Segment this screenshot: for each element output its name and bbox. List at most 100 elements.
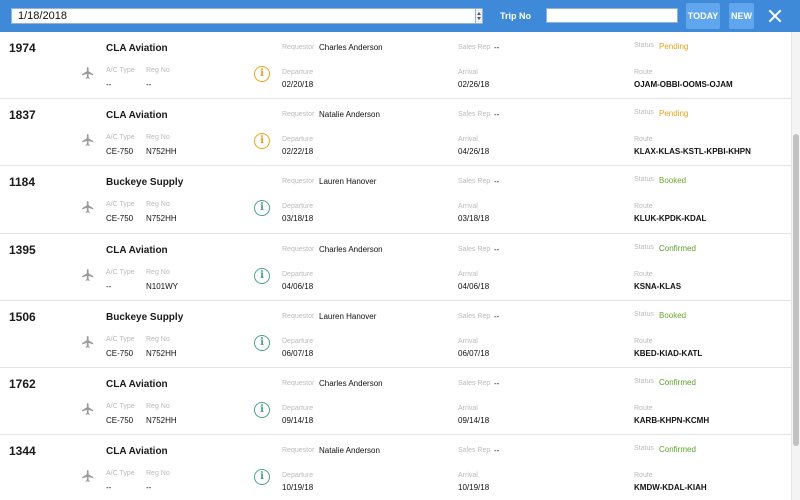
sales-rep-label: Sales Rep: [458, 44, 491, 51]
status-badge: Confirmed: [659, 445, 696, 455]
client-name: Buckeye Supply: [106, 177, 184, 189]
requestor-value: Lauren Hanover: [319, 177, 377, 187]
departure-value: 04/06/18: [282, 281, 314, 291]
arrival-value: 03/18/18: [458, 214, 490, 224]
reg-no-value: N752HH: [146, 147, 177, 157]
airplane-icon: [82, 403, 94, 415]
trip-number: 1506: [9, 309, 36, 324]
client-name: Buckeye Supply: [106, 311, 184, 323]
arrival-label: Arrival: [458, 136, 478, 144]
departure-value: 10/19/18: [282, 483, 314, 493]
info-icon[interactable]: i: [254, 133, 270, 150]
trip-row[interactable]: 1395 CLA Aviation Requestor Charles Ande…: [0, 234, 791, 301]
scrollbar-thumb[interactable]: [793, 134, 799, 446]
ac-type-value: CE-750: [106, 348, 134, 358]
trip-row[interactable]: 1184 Buckeye Supply Requestor Lauren Han…: [0, 166, 791, 234]
arrival-label: Arrival: [458, 69, 478, 76]
arrival-value: 06/07/18: [458, 348, 490, 358]
today-button[interactable]: TODAY: [686, 3, 720, 29]
departure-value: 02/20/18: [282, 80, 314, 89]
sales-rep-label: Sales Rep: [458, 111, 491, 119]
info-icon[interactable]: i: [254, 200, 270, 217]
client-name: CLA Aviation: [106, 110, 168, 122]
route-label: Route: [634, 203, 653, 211]
status-badge: Confirmed: [659, 243, 696, 253]
client-name: CLA Aviation: [106, 244, 168, 256]
new-button[interactable]: NEW: [729, 3, 754, 29]
departure-value: 09/14/18: [282, 415, 314, 425]
arrival-label: Arrival: [458, 472, 478, 480]
status-badge: Confirmed: [659, 377, 696, 387]
route-value: KSNA-KLAS: [634, 281, 682, 291]
ac-type-label: A/C Type: [106, 268, 135, 276]
airplane-icon: [82, 470, 94, 482]
reg-no-value: N752HH: [146, 415, 177, 425]
ac-type-value: --: [106, 281, 112, 291]
requestor-value: Lauren Hanover: [319, 311, 377, 321]
route-label: Route: [634, 69, 653, 76]
close-icon[interactable]: [768, 9, 782, 23]
sales-rep-value: --: [494, 311, 500, 321]
requestor-value: Charles Anderson: [319, 43, 383, 52]
requestor-label: Requestor: [282, 111, 315, 119]
trip-row[interactable]: 1762 CLA Aviation Requestor Charles Ande…: [0, 368, 791, 436]
route-label: Route: [634, 136, 653, 144]
departure-label: Departure: [282, 472, 314, 480]
arrival-label: Arrival: [458, 337, 478, 345]
requestor-value: Charles Anderson: [319, 244, 383, 254]
arrival-value: 10/19/18: [458, 483, 490, 493]
trip-row[interactable]: 1837 CLA Aviation Requestor Natalie Ande…: [0, 99, 791, 167]
sales-rep-label: Sales Rep: [458, 312, 491, 320]
arrival-value: 02/26/18: [458, 80, 490, 89]
reg-no-label: Reg No: [146, 402, 170, 410]
arrival-label: Arrival: [458, 404, 478, 412]
reg-no-label: Reg No: [146, 470, 170, 478]
reg-no-label: Reg No: [146, 134, 170, 142]
status-badge: Pending: [659, 42, 689, 51]
client-name: CLA Aviation: [106, 446, 168, 458]
info-icon[interactable]: i: [254, 469, 270, 486]
trip-row[interactable]: 1974 CLA Aviation Requestor Charles Ande…: [0, 32, 791, 100]
scrollbar[interactable]: [791, 32, 800, 500]
route-value: KMDW-KDAL-KIAH: [634, 483, 707, 493]
sales-rep-value: --: [494, 110, 500, 120]
status-label: Status: [634, 176, 654, 184]
trip-no-input[interactable]: [546, 8, 678, 23]
requestor-value: Natalie Anderson: [319, 110, 380, 120]
sales-rep-label: Sales Rep: [458, 245, 491, 253]
trip-row[interactable]: 1506 Buckeye Supply Requestor Lauren Han…: [0, 301, 791, 368]
date-field[interactable]: 1/18/2018: [11, 8, 476, 24]
trip-number: 1184: [9, 175, 36, 190]
airplane-icon: [82, 134, 94, 147]
trip-number: 1974: [9, 41, 36, 55]
route-value: KLUK-KPDK-KDAL: [634, 214, 707, 224]
arrival-value: 04/26/18: [458, 147, 490, 157]
sales-rep-value: --: [494, 446, 500, 456]
ac-type-value: CE-750: [106, 214, 134, 224]
requestor-label: Requestor: [282, 379, 315, 387]
sales-rep-label: Sales Rep: [458, 379, 491, 387]
sales-rep-value: --: [494, 43, 500, 52]
trip-list: 1974 CLA Aviation Requestor Charles Ande…: [0, 32, 791, 500]
client-name: CLA Aviation: [106, 43, 168, 54]
sales-rep-value: --: [494, 244, 500, 254]
trip-number: 1762: [9, 376, 36, 391]
reg-no-value: N752HH: [146, 214, 177, 224]
info-icon[interactable]: i: [254, 66, 270, 82]
requestor-label: Requestor: [282, 312, 315, 320]
info-icon[interactable]: i: [254, 267, 270, 284]
client-name: CLA Aviation: [106, 378, 168, 390]
route-value: KARB-KHPN-KCMH: [634, 415, 710, 425]
airplane-icon: [82, 335, 94, 348]
departure-label: Departure: [282, 69, 314, 76]
info-icon[interactable]: i: [254, 334, 270, 351]
route-label: Route: [634, 337, 653, 345]
date-stepper[interactable]: [475, 8, 483, 24]
route-value: KBED-KIAD-KATL: [634, 348, 703, 358]
departure-value: 06/07/18: [282, 348, 314, 358]
status-badge: Pending: [659, 109, 689, 119]
trip-number: 1395: [9, 242, 36, 257]
status-label: Status: [634, 243, 654, 251]
info-icon[interactable]: i: [254, 401, 270, 418]
trip-row[interactable]: 1344 CLA Aviation Requestor Natalie Ande…: [0, 435, 791, 500]
